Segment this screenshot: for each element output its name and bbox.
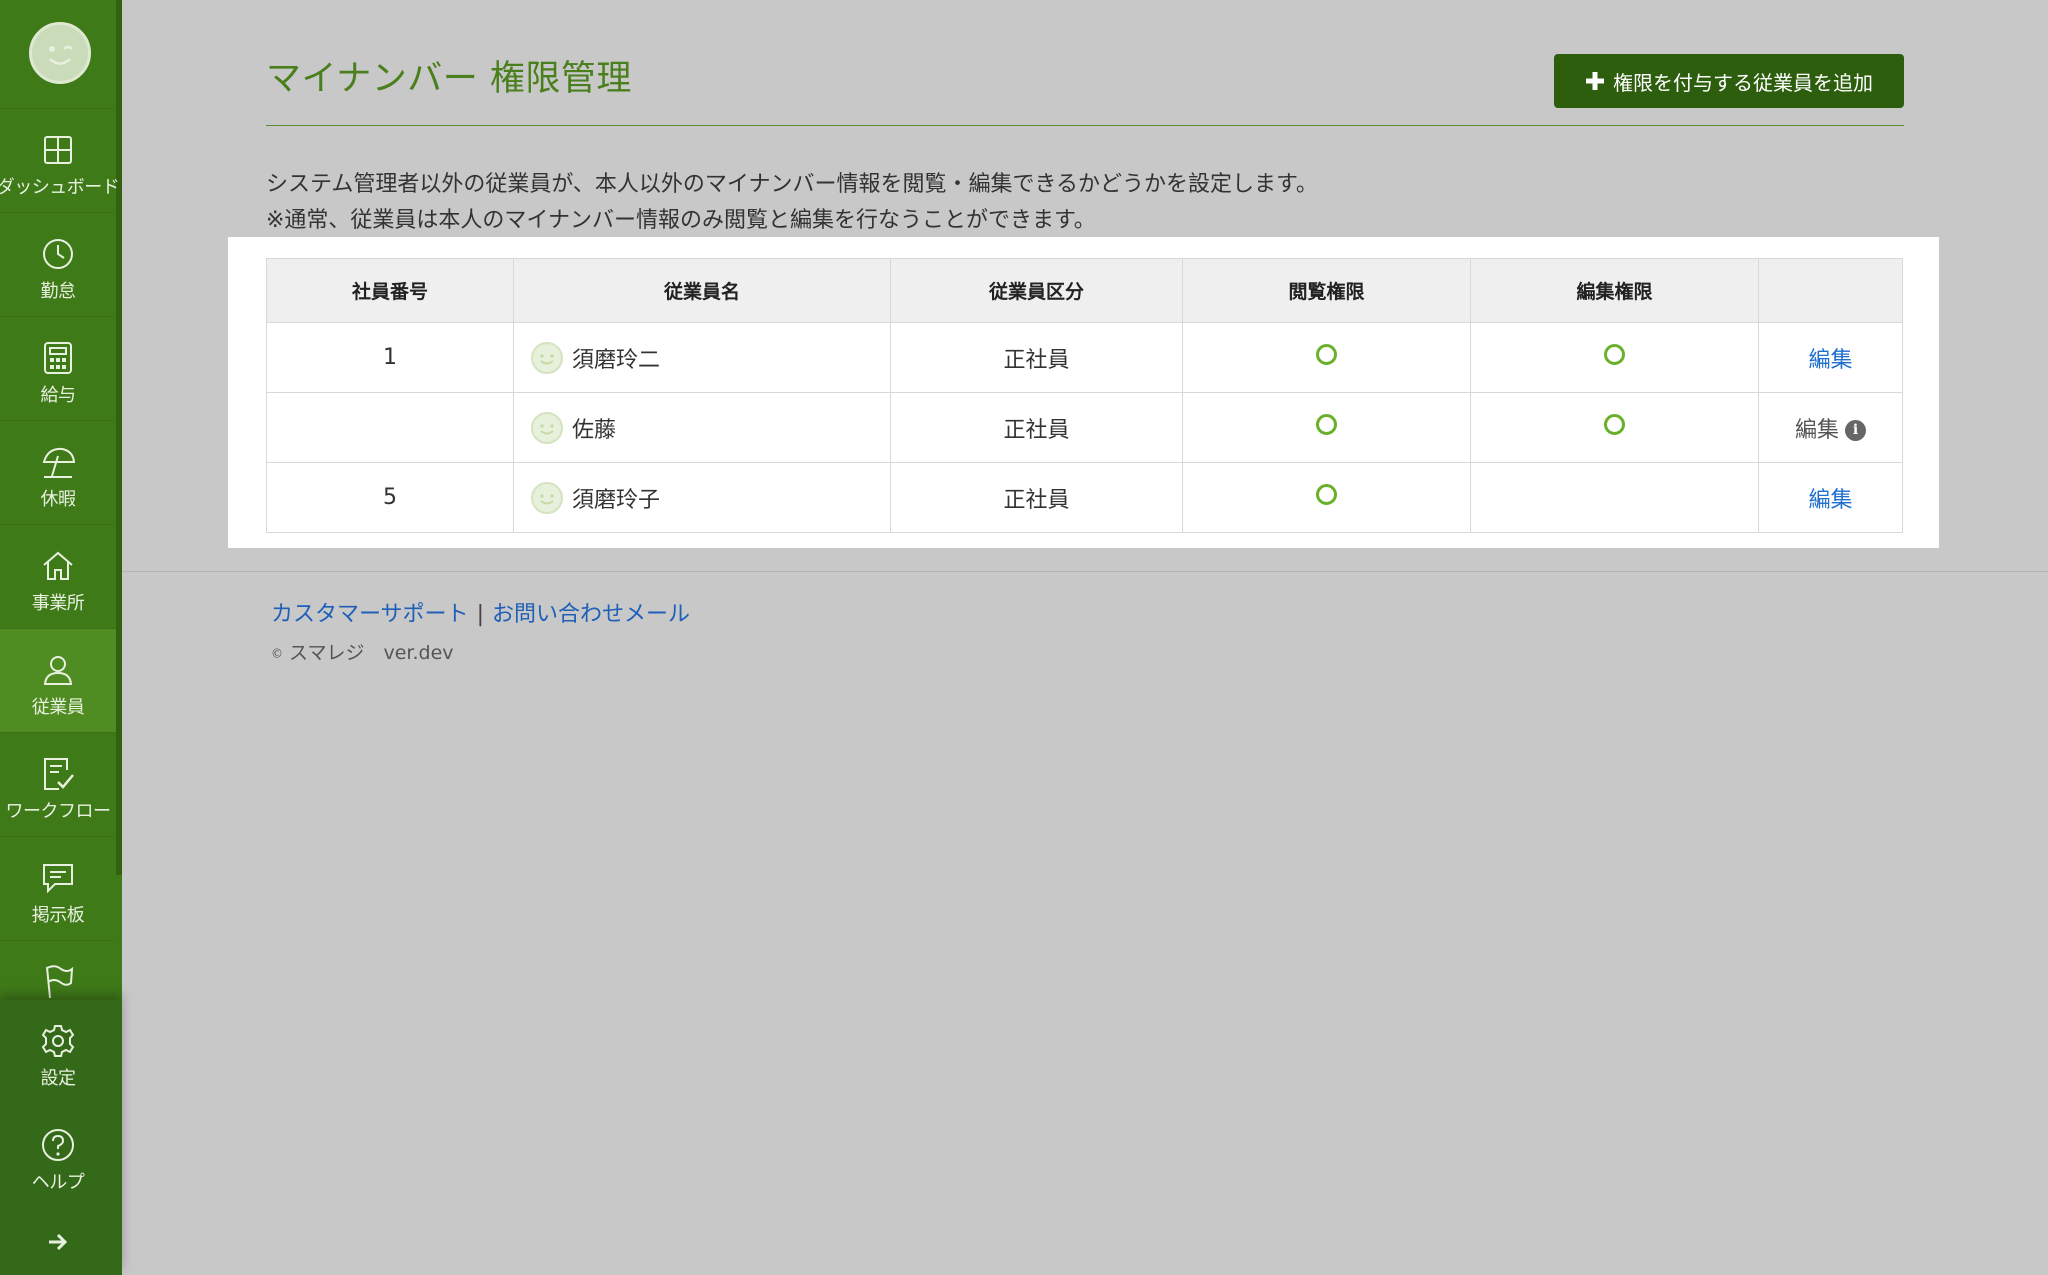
column-header-edit-permission: 編集権限 xyxy=(1470,258,1759,323)
plus-icon xyxy=(1586,72,1604,90)
view-permission-cell xyxy=(1182,322,1471,393)
action-cell: 編集 xyxy=(1758,322,1903,393)
sidebar-item-label: ヘルプ xyxy=(31,1172,85,1193)
permission-granted-icon xyxy=(1604,344,1625,365)
checklist-icon xyxy=(41,757,75,791)
column-header-employee-type: 従業員区分 xyxy=(890,258,1183,323)
employee-no-cell: 1 xyxy=(266,322,514,393)
column-header-view-permission: 閲覧権限 xyxy=(1182,258,1471,323)
table-row: 1 須磨玲二 正社員 編集 xyxy=(266,322,1903,393)
sidebar-item-payroll[interactable]: 給与 xyxy=(0,316,116,421)
sidebar-item-board[interactable]: 掲示板 xyxy=(0,836,116,941)
sidebar-item-label: 従業員 xyxy=(31,697,85,718)
column-header-employee-no: 社員番号 xyxy=(266,258,514,323)
view-permission-cell xyxy=(1182,462,1471,533)
action-cell: 編集 xyxy=(1758,462,1903,533)
sidebar-item-label: 給与 xyxy=(40,385,77,406)
employee-type-cell: 正社員 xyxy=(890,322,1183,393)
info-icon[interactable]: i xyxy=(1845,420,1866,441)
sidebar-item-office[interactable]: 事業所 xyxy=(0,524,116,629)
clock-icon xyxy=(41,237,75,271)
sidebar-item-dashboard[interactable]: ダッシュボード xyxy=(0,108,120,213)
permission-table-panel: 社員番号 従業員名 従業員区分 閲覧権限 編集権限 1 須磨玲二 正社員 編集 佐藤 正社… xyxy=(228,237,1939,548)
copyright-symbol: © xyxy=(271,646,283,661)
customer-support-link[interactable]: カスタマーサポート xyxy=(271,602,469,627)
sidebar-item-label: 勤怠 xyxy=(40,281,77,302)
sidebar-item-label: 事業所 xyxy=(31,593,85,614)
copyright: © スマレジ ver.dev xyxy=(271,638,454,665)
edit-label-disabled: 編集 xyxy=(1794,417,1839,443)
smiley-icon xyxy=(49,45,73,65)
employee-name-cell: 須磨玲二 xyxy=(513,322,891,393)
user-avatar-area[interactable] xyxy=(0,0,116,108)
help-icon xyxy=(40,1128,76,1162)
permission-granted-icon xyxy=(1316,484,1337,505)
sidebar-item-help[interactable]: ヘルプ xyxy=(0,1104,116,1208)
employee-type-cell: 正社員 xyxy=(890,392,1183,463)
sidebar-scrollbar[interactable] xyxy=(116,0,122,875)
sidebar-item-settings[interactable]: 設定 xyxy=(0,1000,116,1104)
flag-icon xyxy=(41,965,75,999)
permission-table: 社員番号 従業員名 従業員区分 閲覧権限 編集権限 1 須磨玲二 正社員 編集 佐藤 正社… xyxy=(266,258,1903,533)
edit-permission-cell xyxy=(1470,322,1759,393)
permission-granted-icon xyxy=(1604,414,1625,435)
column-header-actions xyxy=(1758,258,1903,323)
employee-avatar-icon xyxy=(530,341,564,375)
expand-sidebar-button[interactable] xyxy=(0,1222,116,1262)
calculator-icon xyxy=(42,341,74,375)
footer-links: カスタマーサポート | お問い合わせメール xyxy=(271,596,690,628)
employee-no-cell xyxy=(266,392,514,463)
column-header-employee-name: 従業員名 xyxy=(513,258,891,323)
gear-icon xyxy=(40,1024,76,1058)
view-permission-cell xyxy=(1182,392,1471,463)
home-icon xyxy=(41,549,75,583)
arrow-right-icon xyxy=(49,1233,68,1251)
footer-divider xyxy=(122,571,2048,572)
avatar[interactable] xyxy=(29,22,91,84)
umbrella-icon xyxy=(40,445,76,479)
employee-name: 須磨玲子 xyxy=(572,487,661,513)
contact-email-link[interactable]: お問い合わせメール xyxy=(492,602,690,627)
edit-link[interactable]: 編集 xyxy=(1808,488,1852,513)
sidebar-item-label: 掲示板 xyxy=(31,905,85,926)
page-title: マイナンバー 権限管理 xyxy=(266,59,632,99)
chat-icon xyxy=(41,861,75,895)
employee-name-cell: 佐藤 xyxy=(513,392,891,463)
table-row: 佐藤 正社員 編集 i xyxy=(266,392,1903,463)
action-cell: 編集 i xyxy=(1758,392,1903,463)
sidebar-item-employees[interactable]: 従業員 xyxy=(0,628,116,733)
add-employee-permission-button[interactable]: 権限を付与する従業員を追加 xyxy=(1554,54,1904,108)
person-icon xyxy=(41,653,75,687)
sidebar-item-workflow[interactable]: ワークフロー xyxy=(0,732,116,837)
employee-type-cell: 正社員 xyxy=(890,462,1183,533)
sidebar: ダッシュボード 勤怠 給与 休暇 事業所 従業員 ワークフロー 掲示板 設定 ヘ… xyxy=(0,0,122,1275)
employee-name: 須磨玲二 xyxy=(572,347,661,373)
employee-avatar-icon xyxy=(530,411,564,445)
sidebar-item-label: 休暇 xyxy=(40,489,77,510)
sidebar-item-label: ワークフロー xyxy=(5,801,112,822)
permission-granted-icon xyxy=(1316,344,1337,365)
description-line-2: ※通常、従業員は本人のマイナンバー情報のみ閲覧と編集を行なうことができます。 xyxy=(266,208,1096,233)
employee-avatar-icon xyxy=(530,481,564,515)
employee-name-cell: 須磨玲子 xyxy=(513,462,891,533)
sidebar-item-label: ダッシュボード xyxy=(0,177,120,198)
sidebar-item-label: 設定 xyxy=(40,1068,77,1089)
table-row: 5 須磨玲子 正社員 編集 xyxy=(266,462,1903,533)
table-header-row: 社員番号 従業員名 従業員区分 閲覧権限 編集権限 xyxy=(266,258,1903,323)
header-divider xyxy=(266,125,1904,126)
edit-link[interactable]: 編集 xyxy=(1808,348,1852,373)
sidebar-item-attendance[interactable]: 勤怠 xyxy=(0,212,116,317)
employee-name: 佐藤 xyxy=(572,417,617,443)
add-button-label: 権限を付与する従業員を追加 xyxy=(1613,70,1873,95)
sidebar-item-leave[interactable]: 休暇 xyxy=(0,420,116,525)
permission-granted-icon xyxy=(1316,414,1337,435)
description-line-1: システム管理者以外の従業員が、本人以外のマイナンバー情報を閲覧・編集できるかどう… xyxy=(266,172,1318,197)
employee-no-cell: 5 xyxy=(266,462,514,533)
footer-separator: | xyxy=(476,602,484,627)
copyright-text: スマレジ ver.dev xyxy=(289,642,454,664)
edit-permission-cell xyxy=(1470,392,1759,463)
dashboard-icon xyxy=(42,133,74,167)
edit-permission-cell xyxy=(1470,462,1759,533)
